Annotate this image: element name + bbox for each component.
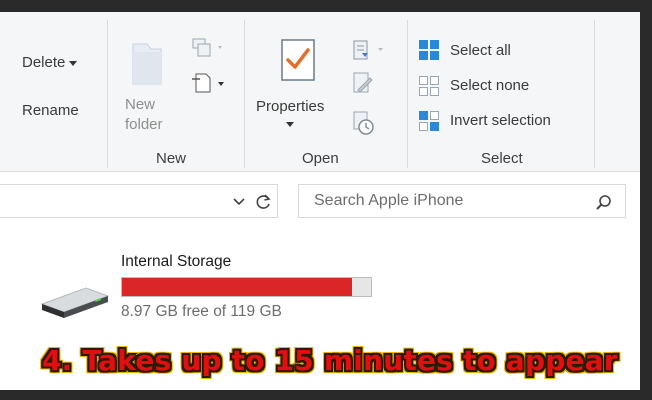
select-all-icon (419, 40, 439, 60)
new-folder-icon (132, 43, 162, 85)
history-icon[interactable] (348, 110, 378, 138)
easy-access-icon[interactable] (190, 70, 230, 98)
rename-button[interactable]: Rename (22, 102, 79, 119)
window-frame: Delete Rename New folder New Properties … (0, 0, 652, 400)
select-none-icon (419, 76, 439, 96)
chevron-down-icon[interactable] (232, 196, 246, 208)
properties-label: Properties (256, 98, 325, 115)
address-bar[interactable] (0, 184, 278, 218)
search-placeholder: Search Apple iPhone (314, 192, 464, 209)
search-input[interactable]: Search Apple iPhone (298, 184, 626, 218)
ribbon-separator (107, 20, 108, 168)
invert-selection-label: Invert selection (450, 112, 551, 129)
hard-drive-icon (40, 287, 110, 318)
invert-selection-icon (419, 111, 439, 131)
caption-overlay: 4. Takes up to 15 minutes to appear (42, 344, 618, 377)
address-row: Search Apple iPhone (0, 180, 640, 224)
properties-icon (281, 39, 315, 81)
new-folder-label-line2: folder (125, 116, 163, 133)
ribbon: Delete Rename New folder New Properties … (0, 12, 640, 172)
ribbon-separator (407, 20, 408, 168)
new-folder-label-line1: New (125, 96, 156, 113)
storage-progress-bar (121, 277, 372, 297)
ribbon-separator (244, 20, 245, 168)
chevron-down-icon (69, 60, 78, 66)
refresh-icon[interactable] (254, 192, 274, 212)
select-none-label: Select none (450, 77, 530, 94)
select-all-label: Select all (450, 42, 511, 59)
drive-free-space: 8.97 GB free of 119 GB (121, 303, 282, 320)
storage-used-fill (122, 278, 353, 296)
properties-button[interactable]: Properties (256, 98, 324, 132)
new-folder-button[interactable]: New folder (125, 95, 163, 135)
rename-label: Rename (22, 102, 79, 119)
chevron-down-icon (286, 121, 295, 127)
delete-button[interactable]: Delete (22, 54, 78, 71)
search-icon[interactable] (594, 193, 614, 213)
open-group-label: Open (302, 150, 339, 167)
select-group-label: Select (481, 150, 523, 167)
drive-name: Internal Storage (121, 253, 232, 270)
new-item-icon[interactable] (190, 36, 230, 64)
ribbon-separator (594, 20, 595, 168)
new-group-label: New (156, 150, 187, 167)
delete-label: Delete (22, 54, 66, 71)
open-icon[interactable] (348, 38, 390, 66)
edit-icon[interactable] (348, 70, 378, 98)
